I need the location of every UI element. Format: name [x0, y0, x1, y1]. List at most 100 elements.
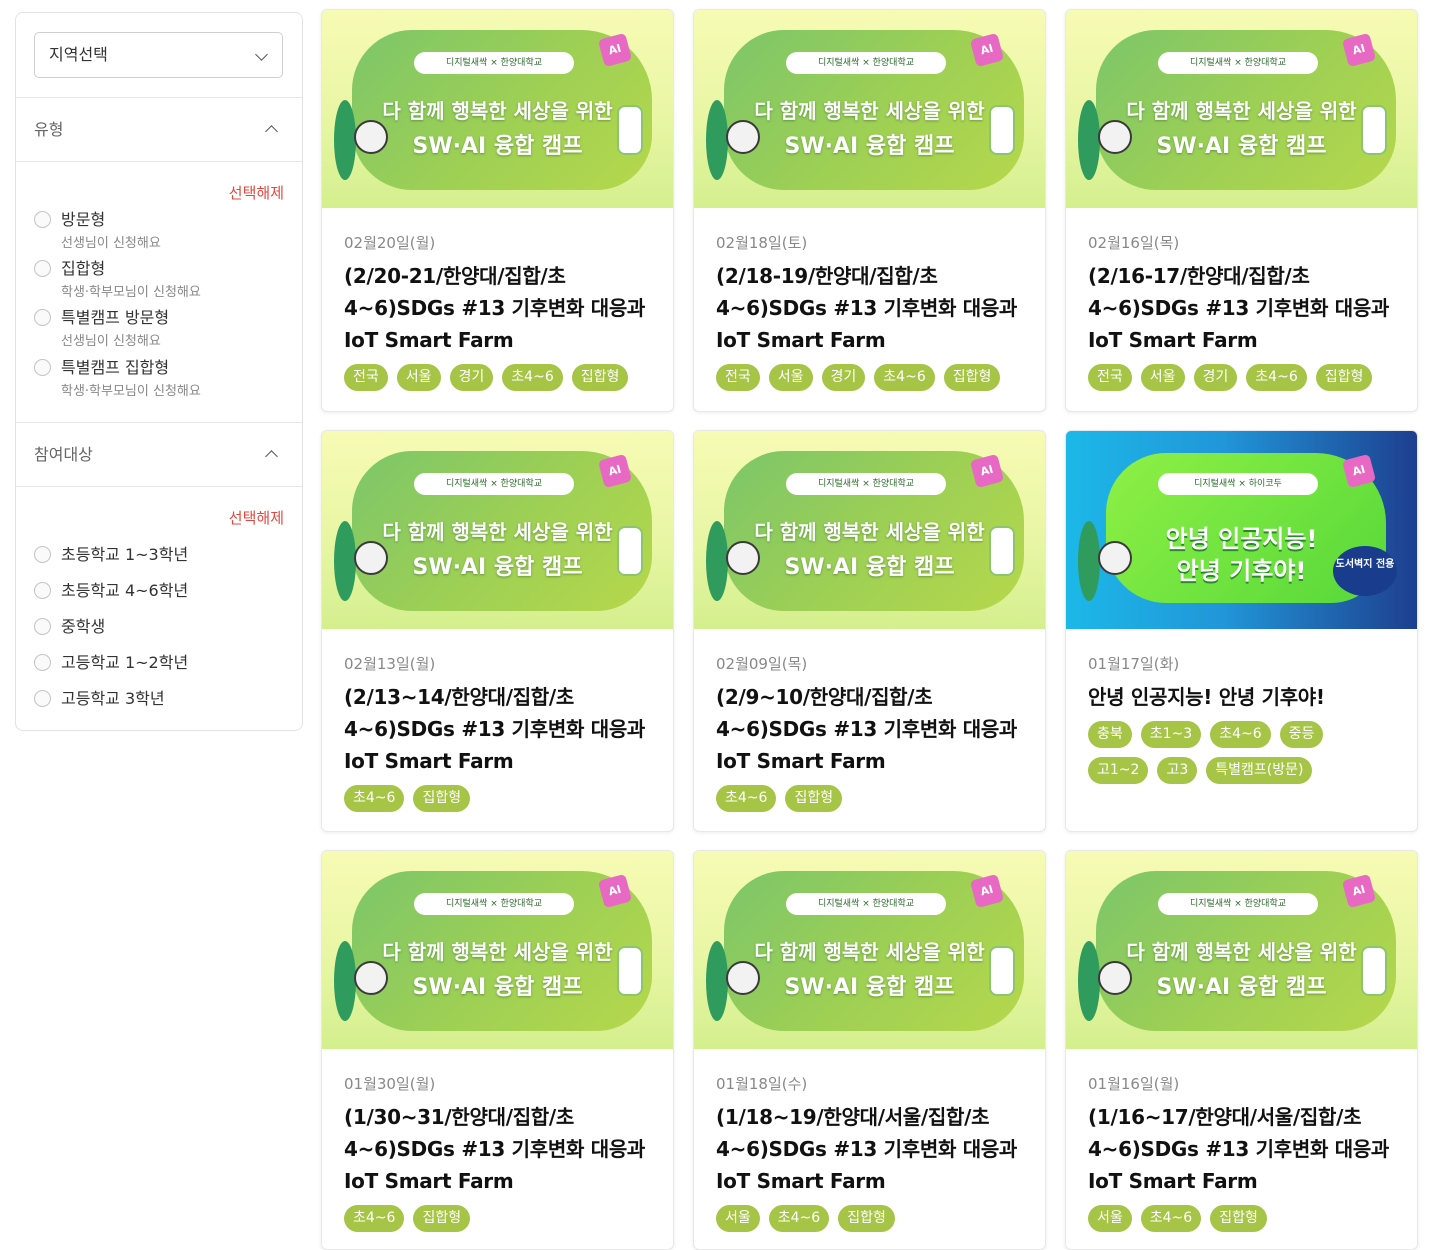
program-date: 01월16일(월): [1088, 1075, 1180, 1093]
type-option[interactable]: 특별캠프 방문형 선생님이 신청해요: [34, 307, 169, 352]
chevron-up-icon[interactable]: [265, 125, 278, 138]
program-card[interactable]: AI 디지털새싹 × 하이코두 안녕 인공지능! 안녕 기후야! 도서벽지 전용 01월1…: [1065, 430, 1418, 832]
type-option-sub: 선생님이 신청해요: [61, 236, 161, 251]
tablet-icon: [989, 105, 1015, 155]
program-info: 02월16일(목) (2/16-17/한양대/집합/초 4~6)SDGs #13 기…: [1066, 234, 1417, 400]
banner-partner: 디지털새싹 × 한양대학교: [414, 52, 574, 74]
program-card[interactable]: AI 디지털새싹 × 한양대학교 다 함께 행복한 세상을 위한 SW·AI 융합 캠…: [321, 850, 674, 1250]
program-tags: 충북 초1~3 초4~6 중등 고1~2 고3 특별캠프(방문): [1088, 721, 1395, 793]
program-thumbnail[interactable]: AI 디지털새싹 × 한양대학교 다 함께 행복한 세상을 위한 SW·AI 융합 캠…: [1066, 851, 1417, 1049]
program-tag: 집합형: [1315, 364, 1373, 391]
program-title-line: 4~6)SDGs #13 기후변화 대응과: [344, 296, 646, 320]
program-thumbnail[interactable]: AI 디지털새싹 × 한양대학교 다 함께 행복한 세상을 위한 SW·AI 융합 캠…: [1066, 10, 1417, 208]
program-thumbnail[interactable]: AI 디지털새싹 × 한양대학교 다 함께 행복한 세상을 위한 SW·AI 융합 캠…: [322, 10, 673, 208]
program-thumbnail[interactable]: AI 디지털새싹 × 한양대학교 다 함께 행복한 세상을 위한 SW·AI 융합 캠…: [694, 851, 1045, 1049]
program-title[interactable]: 안녕 인공지능! 안녕 기후야!: [1088, 681, 1395, 713]
program-title-line: IoT Smart Farm: [344, 1169, 514, 1193]
type-section-header[interactable]: 유형: [16, 98, 302, 162]
target-clear-button[interactable]: 선택해제: [229, 507, 284, 528]
program-tag: 초1~3: [1140, 721, 1202, 748]
program-info: 01월17일(화) 안녕 인공지능! 안녕 기후야! 충북 초1~3 초4~6 중등 고1~…: [1066, 655, 1417, 793]
program-thumbnail[interactable]: AI 디지털새싹 × 한양대학교 다 함께 행복한 세상을 위한 SW·AI 융합 캠…: [694, 431, 1045, 629]
banner-stamp: 도서벽지 전용: [1333, 546, 1397, 596]
program-card[interactable]: AI 디지털새싹 × 한양대학교 다 함께 행복한 세상을 위한 SW·AI 융합 캠…: [693, 9, 1046, 412]
program-title-line: (2/9~10/한양대/집합/초: [716, 685, 933, 709]
program-title[interactable]: (1/18~19/한양대/서울/집합/초 4~6)SDGs #13 기후변화 대응…: [716, 1101, 1023, 1197]
banner-partner: 디지털새싹 × 한양대학교: [786, 473, 946, 495]
program-thumbnail[interactable]: AI 디지털새싹 × 한양대학교 다 함께 행복한 세상을 위한 SW·AI 융합 캠…: [322, 431, 673, 629]
radio-icon[interactable]: [34, 211, 51, 228]
program-title[interactable]: (2/13~14/한양대/집합/초 4~6)SDGs #13 기후변화 대응과 Io…: [344, 681, 651, 777]
program-tag: 초4~6: [1210, 721, 1271, 748]
type-option-sub: 학생·학부모님이 신청해요: [61, 285, 201, 300]
program-date: 02월20일(월): [344, 234, 436, 252]
program-title[interactable]: (2/18-19/한양대/집합/초 4~6)SDGs #13 기후변화 대응과 Io…: [716, 260, 1023, 356]
program-info: 02월20일(월) (2/20-21/한양대/집합/초 4~6)SDGs #13 기…: [322, 234, 673, 400]
program-title-line: 4~6)SDGs #13 기후변화 대응과: [344, 1137, 646, 1161]
type-option-label: 집합형: [61, 259, 106, 278]
target-option[interactable]: 중학생: [34, 616, 105, 637]
type-option[interactable]: 집합형 학생·학부모님이 신청해요: [34, 258, 201, 303]
program-tag: 경기: [1193, 364, 1238, 391]
region-select[interactable]: 지역선택: [34, 32, 283, 78]
type-option[interactable]: 특별캠프 집합형 학생·학부모님이 신청해요: [34, 357, 201, 402]
program-tags: 초4~6 집합형: [716, 785, 1023, 821]
program-title-line: IoT Smart Farm: [344, 328, 514, 352]
radio-icon[interactable]: [34, 260, 51, 277]
program-card[interactable]: AI 디지털새싹 × 한양대학교 다 함께 행복한 세상을 위한 SW·AI 융합 캠…: [321, 430, 674, 832]
radio-icon[interactable]: [34, 582, 51, 599]
type-option[interactable]: 방문형 선생님이 신청해요: [34, 209, 161, 254]
radio-icon[interactable]: [34, 359, 51, 376]
program-card[interactable]: AI 디지털새싹 × 한양대학교 다 함께 행복한 세상을 위한 SW·AI 융합 캠…: [693, 430, 1046, 832]
program-info: 02월13일(월) (2/13~14/한양대/집합/초 4~6)SDGs #13 기…: [322, 655, 673, 821]
program-card[interactable]: AI 디지털새싹 × 한양대학교 다 함께 행복한 세상을 위한 SW·AI 융합 캠…: [693, 850, 1046, 1250]
target-section-body: 선택해제 초등학교 1~3학년 초등학교 4~6학년 중학생 고등학교 1~2학…: [16, 487, 302, 727]
program-card[interactable]: AI 디지털새싹 × 한양대학교 다 함께 행복한 세상을 위한 SW·AI 융합 캠…: [1065, 9, 1418, 412]
radio-icon[interactable]: [34, 690, 51, 707]
program-tag: 초4~6: [716, 785, 777, 812]
program-title[interactable]: (1/30~31/한양대/집합/초 4~6)SDGs #13 기후변화 대응과 Io…: [344, 1101, 651, 1197]
radio-icon[interactable]: [34, 309, 51, 326]
program-card[interactable]: AI 디지털새싹 × 한양대학교 다 함께 행복한 세상을 위한 SW·AI 융합 캠…: [321, 9, 674, 412]
program-tag: 서울: [716, 1205, 760, 1232]
program-title-line: (2/18-19/한양대/집합/초: [716, 264, 938, 288]
program-tag: 특별캠프(방문): [1206, 757, 1313, 784]
target-option[interactable]: 초등학교 1~3학년: [34, 544, 188, 565]
target-option[interactable]: 고등학교 1~2학년: [34, 652, 188, 673]
program-thumbnail[interactable]: AI 디지털새싹 × 한양대학교 다 함께 행복한 세상을 위한 SW·AI 융합 캠…: [694, 10, 1045, 208]
program-title[interactable]: (2/20-21/한양대/집합/초 4~6)SDGs #13 기후변화 대응과 Io…: [344, 260, 651, 356]
program-title-line: 4~6)SDGs #13 기후변화 대응과: [716, 1137, 1018, 1161]
program-card[interactable]: AI 디지털새싹 × 한양대학교 다 함께 행복한 세상을 위한 SW·AI 융합 캠…: [1065, 850, 1418, 1250]
program-title-line: 4~6)SDGs #13 기후변화 대응과: [716, 296, 1018, 320]
target-option-label: 초등학교 4~6학년: [61, 581, 189, 600]
program-tag: 초4~6: [344, 1205, 405, 1232]
program-tags: 전국 서울 경기 초4~6 집합형: [716, 364, 1023, 400]
program-tag: 초4~6: [1140, 1205, 1202, 1232]
radio-icon[interactable]: [34, 546, 51, 563]
program-date: 01월18일(수): [716, 1075, 808, 1093]
target-option-label: 중학생: [61, 617, 106, 636]
tablet-icon: [989, 946, 1015, 996]
radio-icon[interactable]: [34, 654, 51, 671]
target-option[interactable]: 초등학교 4~6학년: [34, 580, 188, 601]
program-tag: 전국: [1088, 364, 1132, 391]
program-title-line: 4~6)SDGs #13 기후변화 대응과: [716, 717, 1018, 741]
chevron-up-icon[interactable]: [265, 450, 278, 463]
program-thumbnail[interactable]: AI 디지털새싹 × 하이코두 안녕 인공지능! 안녕 기후야! 도서벽지 전용: [1066, 431, 1417, 629]
target-option-label: 고등학교 3학년: [61, 689, 165, 708]
type-option-label: 특별캠프 집합형: [61, 358, 170, 377]
target-option[interactable]: 고등학교 3학년: [34, 688, 165, 709]
program-title[interactable]: (2/16-17/한양대/집합/초 4~6)SDGs #13 기후변화 대응과 Io…: [1088, 260, 1395, 356]
program-title[interactable]: (2/9~10/한양대/집합/초 4~6)SDGs #13 기후변화 대응과 IoT…: [716, 681, 1023, 777]
program-title-line: IoT Smart Farm: [344, 749, 514, 773]
banner-partner: 디지털새싹 × 한양대학교: [786, 52, 946, 74]
program-title-line: 4~6)SDGs #13 기후변화 대응과: [1088, 1137, 1390, 1161]
program-title[interactable]: (1/16~17/한양대/서울/집합/초 4~6)SDGs #13 기후변화 대응…: [1088, 1101, 1395, 1197]
target-option-label: 고등학교 1~2학년: [61, 653, 189, 672]
radio-icon[interactable]: [34, 618, 51, 635]
program-thumbnail[interactable]: AI 디지털새싹 × 한양대학교 다 함께 행복한 세상을 위한 SW·AI 융합 캠…: [322, 851, 673, 1049]
type-option-sub: 학생·학부모님이 신청해요: [61, 384, 201, 399]
target-section-title: 참여대상: [34, 445, 93, 464]
type-clear-button[interactable]: 선택해제: [229, 182, 284, 203]
target-section-header[interactable]: 참여대상: [16, 423, 302, 487]
